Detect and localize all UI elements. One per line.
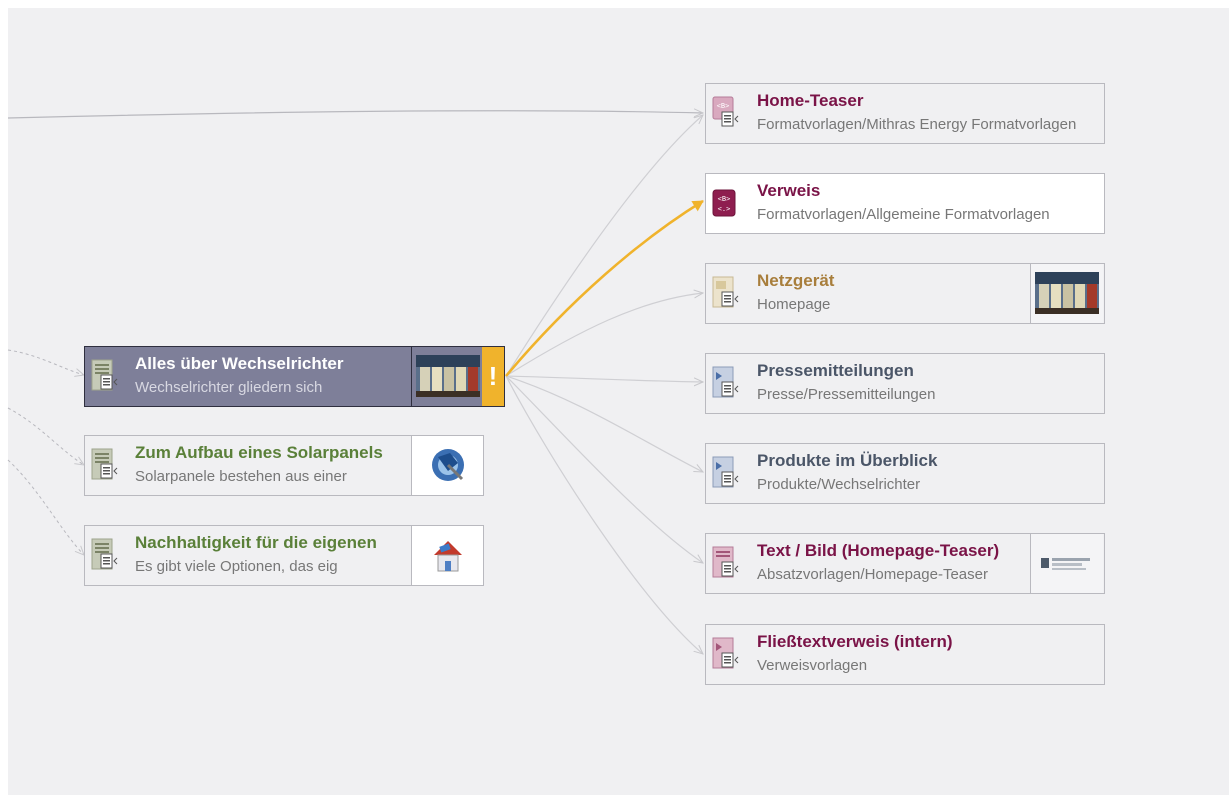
node-pressemitteilungen[interactable]: Pressemitteilungen Presse/Pressemitteilu… (705, 353, 1105, 414)
node-text-bild[interactable]: Text / Bild (Homepage-Teaser) Absatzvorl… (705, 533, 1105, 594)
node-title: Fließtextverweis (intern) (757, 632, 953, 651)
node-title: Pressemitteilungen (757, 361, 914, 380)
node-produkte-im-ueberblick[interactable]: Produkte im Überblick Produkte/Wechselri… (705, 443, 1105, 504)
node-netzgeraet[interactable]: Netzgerät Homepage (705, 263, 1105, 324)
house-thumbnail (411, 526, 483, 585)
link-template-icon (712, 637, 739, 669)
page-reference-icon (712, 456, 739, 488)
node-subtitle: Verweisvorlagen (757, 657, 868, 674)
node-nachhaltigkeit[interactable]: Nachhaltigkeit für die eigenen Es gibt v… (84, 525, 484, 586)
node-subtitle: Es gibt viele Optionen, das eig (135, 558, 338, 575)
warning-indicator[interactable]: ! (482, 347, 504, 406)
solar-globe-thumbnail (411, 436, 483, 495)
node-title: Text / Bild (Homepage-Teaser) (757, 541, 1000, 560)
node-title: Nachhaltigkeit für die eigenen (135, 533, 377, 552)
page-reference-icon (712, 366, 739, 398)
node-fliesstextverweis[interactable]: Fließtextverweis (intern) Verweisvorlage… (705, 624, 1105, 685)
node-title: Alles über Wechselrichter (135, 354, 344, 373)
node-aufbau-solarpanel[interactable]: Zum Aufbau eines Solarpanels Solarpanele… (84, 435, 484, 496)
node-subtitle: Absatzvorlagen/Homepage-Teaser (757, 566, 988, 583)
format-template-icon: <B> <.> (712, 189, 736, 217)
node-subtitle: Homepage (757, 296, 831, 313)
section-template-icon (712, 546, 739, 578)
node-title: Verweis (757, 181, 821, 200)
logo-thumbnail (1030, 534, 1103, 593)
page-template-icon (91, 448, 118, 480)
node-title: Produkte im Überblick (757, 451, 938, 470)
node-title: Zum Aufbau eines Solarpanels (135, 443, 383, 462)
page-template-icon (91, 359, 118, 391)
node-subtitle: Formatvorlagen/Mithras Energy Formatvorl… (757, 116, 1077, 133)
node-title: Netzgerät (757, 271, 835, 290)
page-icon (712, 276, 739, 308)
node-alles-ueber-wechselrichter[interactable]: Alles über Wechselrichter Wechselrichter… (84, 346, 505, 407)
node-verweis[interactable]: <B> <.> Verweis Formatvorlagen/Allgemein… (705, 173, 1105, 234)
svg-text:<B>: <B> (718, 195, 731, 203)
node-home-teaser[interactable]: <B> Home-Teaser Formatvorlagen/Mithras E… (705, 83, 1105, 144)
svg-text:<B>: <B> (717, 102, 730, 110)
svg-text:<.>: <.> (718, 205, 731, 213)
node-subtitle: Produkte/Wechselrichter (757, 476, 921, 493)
node-subtitle: Presse/Pressemitteilungen (757, 386, 936, 403)
node-title: Home-Teaser (757, 91, 864, 110)
product-photo-thumbnail (1030, 264, 1103, 323)
product-photo-thumbnail (411, 347, 484, 406)
format-template-icon: <B> (712, 96, 739, 127)
node-subtitle: Wechselrichter gliedern sich (135, 379, 323, 396)
node-subtitle: Formatvorlagen/Allgemeine Formatvorlagen (757, 206, 1050, 223)
page-template-icon (91, 538, 118, 570)
node-subtitle: Solarpanele bestehen aus einer (135, 468, 347, 485)
